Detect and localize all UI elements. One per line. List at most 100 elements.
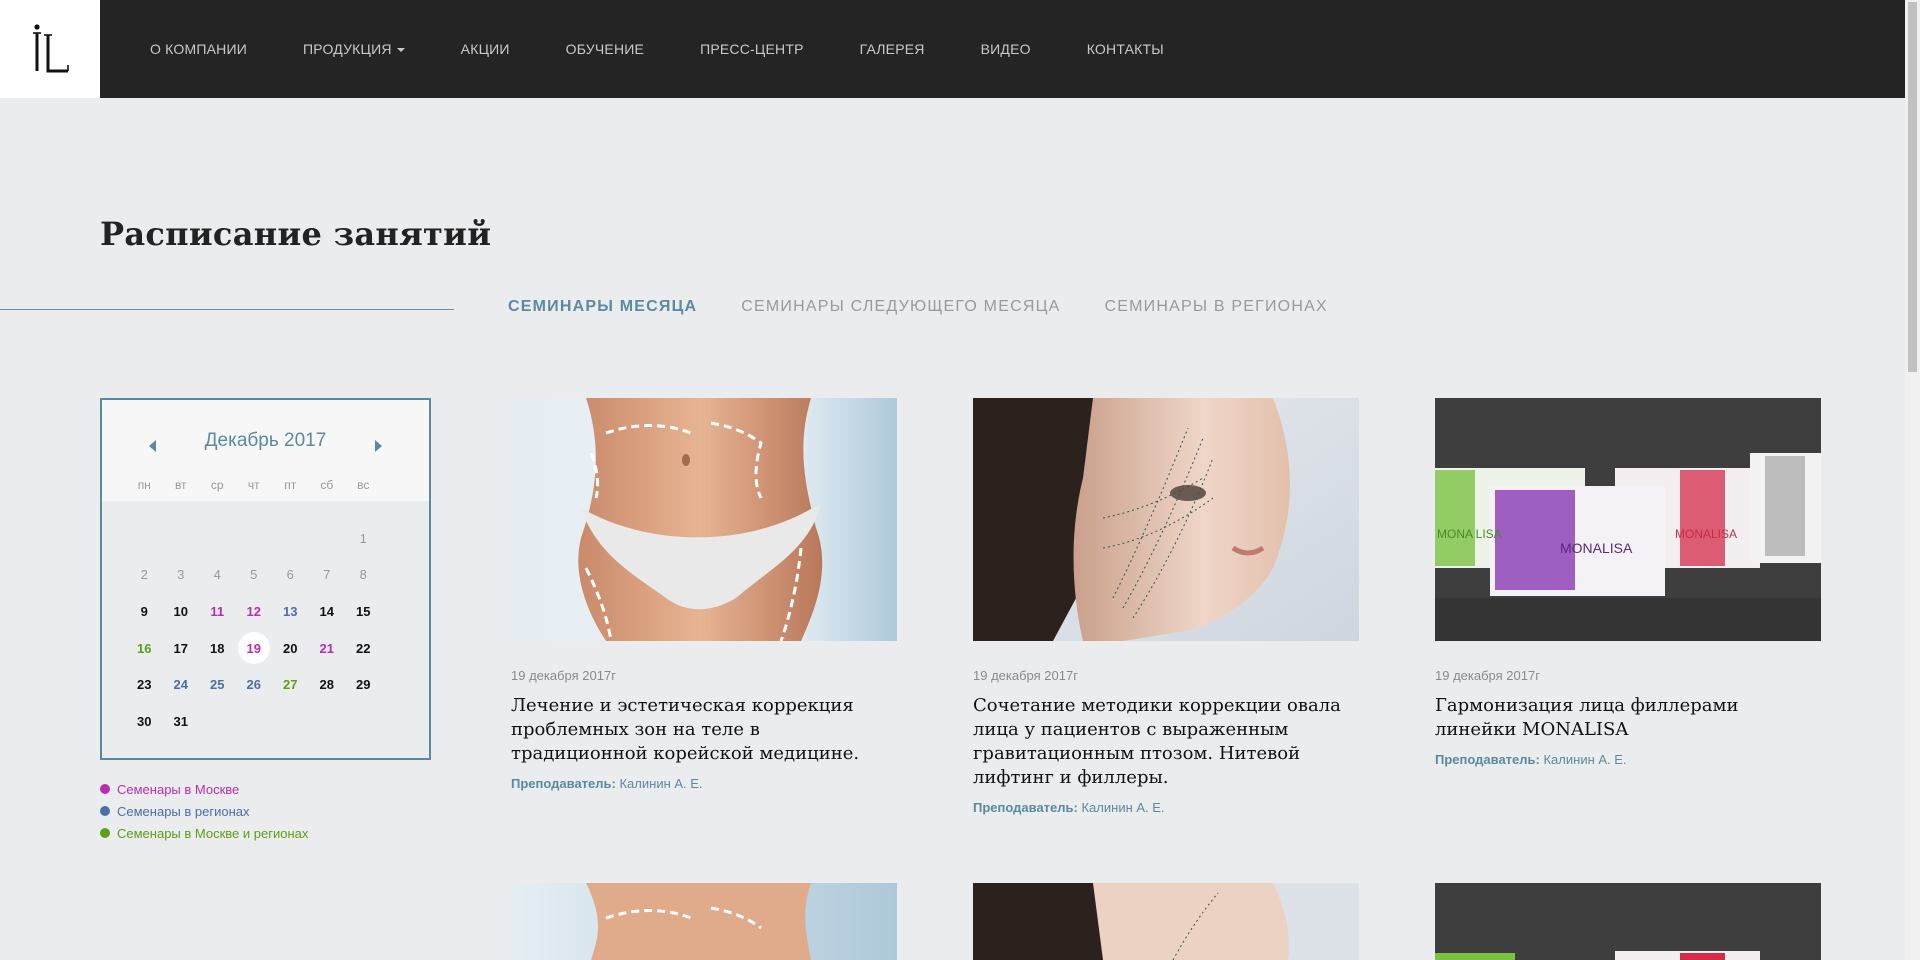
seminar-date: 19 декабря 2017г bbox=[973, 668, 1078, 683]
nav-item-contacts[interactable]: КОНТАКТЫ bbox=[1087, 41, 1164, 57]
calendar-day[interactable]: 5 bbox=[236, 559, 273, 591]
seminar-card-partial[interactable] bbox=[1435, 883, 1821, 960]
nav-item-products[interactable]: ПРОДУКЦИЯ bbox=[303, 41, 405, 57]
calendar-day[interactable]: 6 bbox=[272, 559, 309, 591]
logo[interactable] bbox=[0, 0, 100, 98]
calendar-day[interactable]: 14 bbox=[309, 595, 346, 627]
calendar-day[interactable]: 4 bbox=[199, 559, 236, 591]
calendar-day[interactable]: 18 bbox=[199, 632, 236, 664]
calendar-day[interactable]: 22 bbox=[345, 632, 382, 664]
seminar-card: 19 декабря 2017г Сочетание методики корр… bbox=[973, 398, 1359, 815]
seminar-teacher: Преподаватель: Калинин А. Е. bbox=[1435, 752, 1821, 767]
nav-item-label: ПРЕСС-ЦЕНТР bbox=[700, 41, 804, 57]
legend-dot-icon bbox=[100, 806, 110, 816]
calendar-day-label: 23 bbox=[137, 677, 152, 693]
tab-regional-seminars[interactable]: СЕМИНАРЫ В РЕГИОНАХ bbox=[1105, 298, 1328, 316]
nav-item-label: ОБУЧЕНИЕ bbox=[565, 41, 645, 57]
seminar-card: 19 декабря 2017г Лечение и эстетическая … bbox=[511, 398, 897, 791]
face-lifting-image[interactable] bbox=[973, 398, 1359, 641]
calendar-day[interactable]: 13 bbox=[272, 595, 309, 627]
page-title: Расписание занятий bbox=[100, 215, 492, 253]
calendar-day[interactable]: 17 bbox=[163, 632, 200, 664]
calendar-day[interactable]: 11 bbox=[199, 595, 236, 627]
calendar-day[interactable]: 16 bbox=[126, 632, 163, 664]
legend-label: Семенары в Москве и регионах bbox=[117, 825, 309, 841]
calendar-day[interactable]: 9 bbox=[126, 595, 163, 627]
calendar-day[interactable]: 27 bbox=[272, 669, 309, 701]
seminar-card-partial[interactable] bbox=[973, 883, 1359, 960]
calendar-day[interactable]: 19 bbox=[236, 632, 273, 665]
calendar-empty-cell bbox=[199, 522, 236, 554]
calendar-day-label: 31 bbox=[173, 713, 188, 729]
body-contour-image[interactable] bbox=[511, 398, 897, 641]
calendar-day-label: 6 bbox=[286, 567, 294, 583]
calendar-empty-cell bbox=[309, 705, 346, 737]
seminar-title[interactable]: Гармонизация лица филлерами линейки MONA… bbox=[1435, 694, 1821, 742]
calendar-day[interactable]: 8 bbox=[345, 559, 382, 591]
title-divider bbox=[0, 309, 454, 310]
calendar-day-label: 2 bbox=[140, 567, 148, 583]
nav-item-press-center[interactable]: ПРЕСС-ЦЕНТР bbox=[700, 41, 804, 57]
calendar-day[interactable]: 1 bbox=[345, 522, 382, 554]
scrollbar-thumb[interactable] bbox=[1908, 2, 1917, 372]
calendar-day[interactable]: 23 bbox=[126, 669, 163, 701]
calendar-day[interactable]: 12 bbox=[236, 595, 273, 627]
seminar-title[interactable]: Лечение и эстетическая коррекция проблем… bbox=[511, 694, 897, 766]
calendar-day[interactable]: 30 bbox=[126, 705, 163, 737]
seminar-date: 19 декабря 2017г bbox=[1435, 668, 1540, 683]
calendar-day-label: 14 bbox=[319, 603, 334, 619]
nav-item-gallery[interactable]: ГАЛЕРЕЯ bbox=[860, 41, 925, 57]
nav-item-label: О КОМПАНИИ bbox=[150, 41, 247, 57]
legend-item-both: Семенары в Москве и регионах bbox=[100, 822, 308, 844]
tab-month-seminars[interactable]: СЕМИНАРЫ МЕСЯЦА bbox=[508, 298, 697, 316]
product-brand: MONALISA bbox=[1675, 527, 1737, 541]
calendar-week-row: 9 10 11 12 13 14 15 bbox=[126, 593, 411, 630]
calendar-day-label: 13 bbox=[283, 603, 298, 619]
calendar-day-label: 20 bbox=[283, 640, 298, 656]
calendar-day-label: 28 bbox=[319, 677, 334, 693]
calendar-week-row: 2 3 4 5 6 7 8 bbox=[126, 557, 411, 594]
calendar-day-label: 21 bbox=[319, 640, 334, 656]
calendar-day[interactable]: 20 bbox=[272, 632, 309, 664]
teacher-name: Калинин А. Е. bbox=[619, 776, 703, 791]
seminar-card: MONALISA MONALISA MONA LISA 19 декабря 2… bbox=[1435, 398, 1821, 767]
nav-item-promotions[interactable]: АКЦИИ bbox=[461, 41, 510, 57]
tab-next-month-seminars[interactable]: СЕМИНАРЫ СЛЕДУЮЩЕГО МЕСЯЦА bbox=[741, 298, 1060, 316]
arrow-right-icon bbox=[374, 440, 382, 452]
teacher-label: Преподаватель: bbox=[1435, 752, 1540, 767]
calendar-day[interactable]: 21 bbox=[309, 632, 346, 664]
calendar-day-label: 24 bbox=[173, 677, 188, 693]
calendar-empty-cell bbox=[126, 522, 163, 554]
monalisa-product-image[interactable]: MONALISA MONALISA MONA LISA bbox=[1435, 398, 1821, 641]
calendar-day[interactable]: 7 bbox=[309, 559, 346, 591]
weekday-row: пн вт ср чт пт сб вс bbox=[102, 478, 429, 492]
calendar-day[interactable]: 24 bbox=[163, 669, 200, 701]
calendar-day[interactable]: 26 bbox=[236, 669, 273, 701]
calendar-day[interactable]: 29 bbox=[345, 669, 382, 701]
body-contour-image bbox=[511, 883, 897, 960]
calendar-day[interactable]: 15 bbox=[345, 595, 382, 627]
calendar-day[interactable]: 2 bbox=[126, 559, 163, 591]
calendar-week-row: 23 24 25 26 27 28 29 bbox=[126, 666, 411, 703]
calendar-day[interactable]: 3 bbox=[163, 559, 200, 591]
calendar-day[interactable]: 25 bbox=[199, 669, 236, 701]
next-month-button[interactable] bbox=[370, 438, 386, 454]
nav-item-label: ВИДЕО bbox=[980, 41, 1031, 57]
calendar-day-label: 5 bbox=[250, 567, 258, 583]
nav-item-video[interactable]: ВИДЕО bbox=[981, 41, 1031, 57]
seminar-title[interactable]: Сочетание методики коррекции овала лица … bbox=[973, 694, 1359, 790]
calendar-day[interactable]: 31 bbox=[163, 705, 200, 737]
calendar-day-label: 27 bbox=[283, 677, 298, 693]
calendar-week-row: 30 31 bbox=[126, 703, 411, 740]
logo-mark-icon bbox=[33, 24, 69, 73]
weekday-label: пт bbox=[284, 478, 297, 492]
nav-item-education[interactable]: ОБУЧЕНИЕ bbox=[566, 41, 644, 57]
calendar-day-label: 9 bbox=[140, 603, 148, 619]
nav-item-about[interactable]: О КОМПАНИИ bbox=[150, 41, 247, 57]
seminar-card-partial[interactable] bbox=[511, 883, 897, 960]
calendar-day[interactable]: 10 bbox=[163, 595, 200, 627]
calendar-day[interactable]: 28 bbox=[309, 669, 346, 701]
legend-dot-icon bbox=[100, 784, 110, 794]
calendar-day-label: 19 bbox=[237, 632, 270, 665]
page-scrollbar[interactable] bbox=[1905, 0, 1920, 960]
